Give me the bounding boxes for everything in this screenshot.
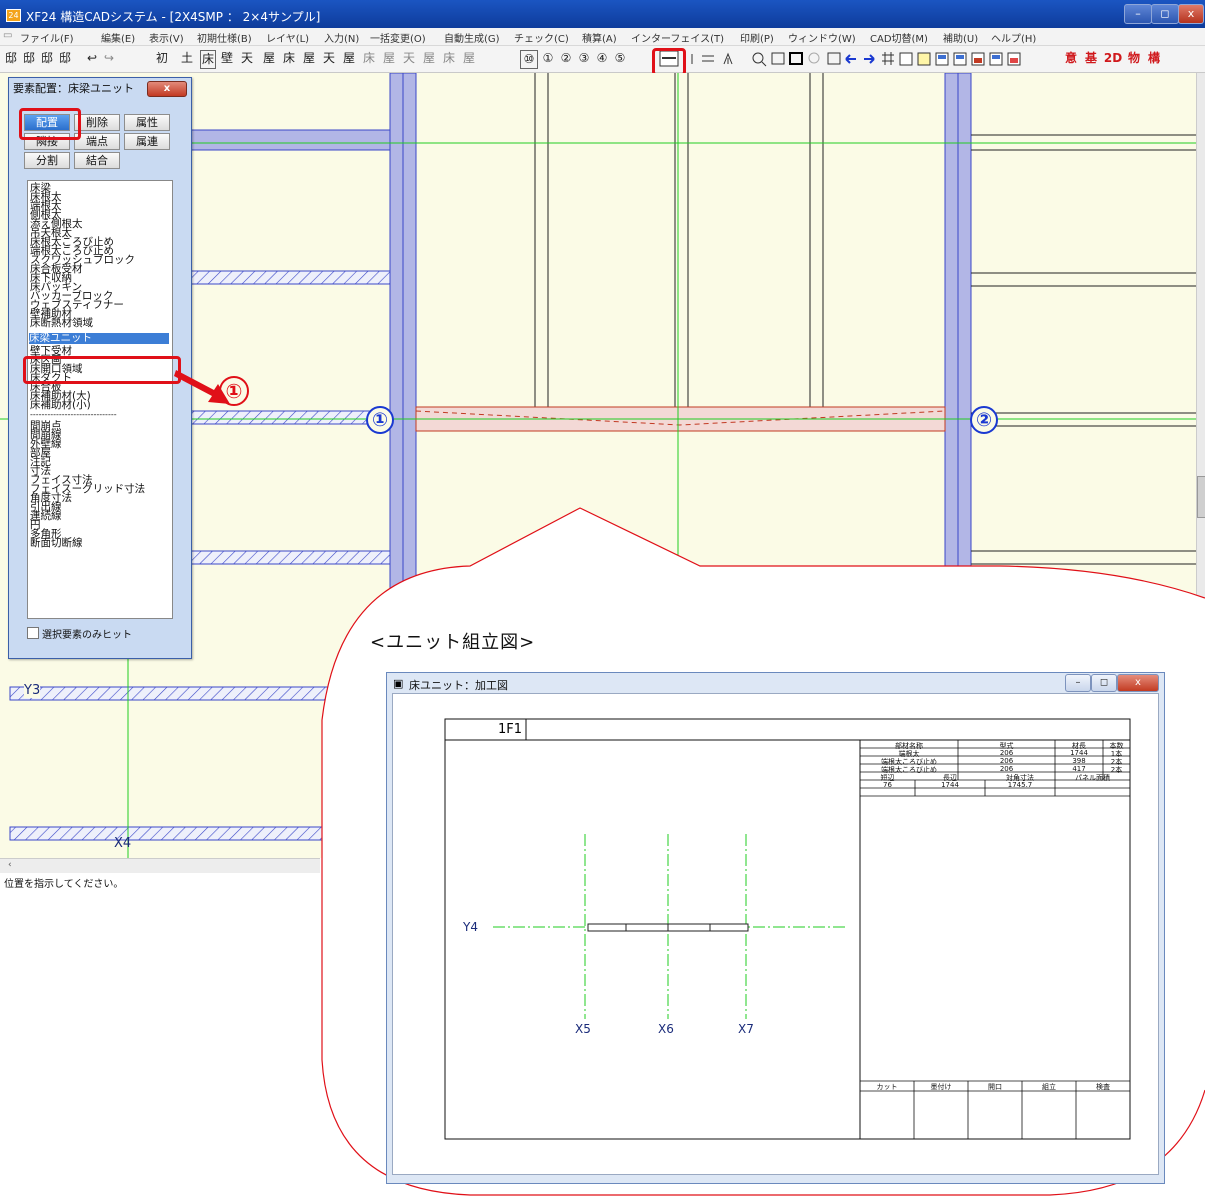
axis-label-x5: X5 [575, 1022, 591, 1036]
unit-minimize-button[interactable]: – [1065, 674, 1091, 692]
unit-restore-button[interactable]: ◻ [1091, 674, 1117, 692]
dim-header: パネル面積 [1075, 774, 1110, 782]
table-cell: 398 [1072, 757, 1086, 765]
footer-header: 検査 [1096, 1083, 1110, 1091]
table-cell: 206 [999, 749, 1014, 757]
table-cell: 417 [1072, 765, 1086, 773]
table-cell: 206 [999, 757, 1014, 765]
footer-header: 墨付け [930, 1083, 952, 1091]
axis-label-x7: X7 [738, 1022, 754, 1036]
dim-value: 1745.7 [1007, 781, 1033, 789]
drawing-sheet: 1F1 部材名称 型式 材長 本数 端根太 206 1744 1本 端根太ころび… [392, 693, 1159, 1175]
unit-window-title: 床ユニット：加工図 [409, 679, 508, 692]
unit-drawing-window: ▣ 床ユニット：加工図 – ◻ x 1F1 部材名称 型式 材長 本数 端根太 … [386, 672, 1165, 1184]
footer-header: 組立 [1042, 1083, 1056, 1091]
unit-close-button[interactable]: x [1117, 674, 1159, 692]
unit-assembly-caption: <ユニット組立図> [370, 632, 536, 653]
table-cell: 1744 [1070, 749, 1088, 757]
window-icon: ▣ [393, 677, 404, 690]
axis-label-x6: X6 [658, 1022, 674, 1036]
dim-value: 76 [883, 781, 892, 789]
dim-value: 1744 [941, 781, 959, 789]
axis-label-y4: Y4 [463, 920, 478, 934]
footer-header: 開口 [988, 1083, 1002, 1091]
table-cell: 206 [999, 765, 1014, 773]
footer-header: カット [876, 1083, 898, 1091]
floor-label: 1F1 [498, 722, 523, 737]
